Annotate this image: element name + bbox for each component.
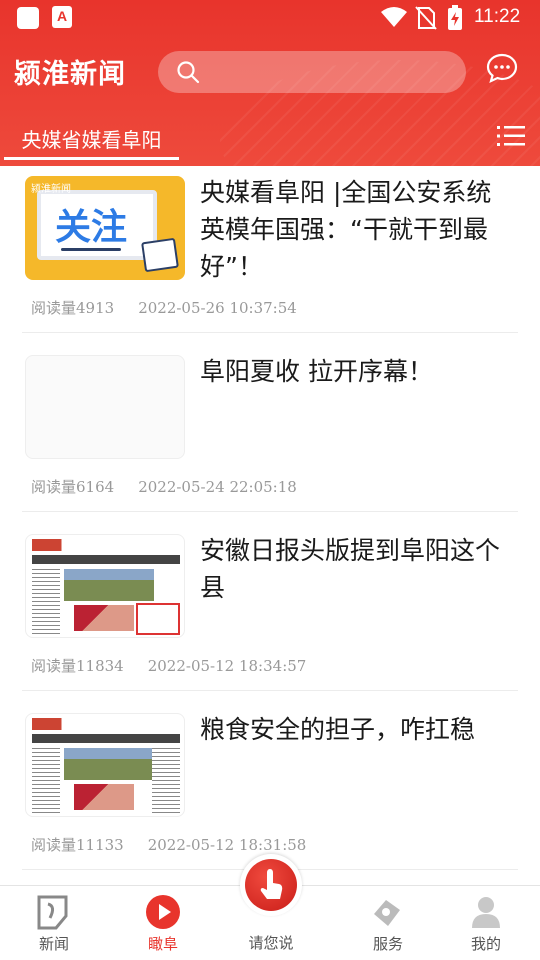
battery-charging-icon — [448, 5, 462, 30]
news-meta: 阅读量11133 2022-05-12 18:31:58 — [31, 834, 306, 855]
speak-button-inner — [245, 859, 297, 911]
divider — [22, 332, 518, 333]
speak-label: 请您说 — [248, 934, 294, 952]
message-icon[interactable] — [486, 53, 518, 83]
news-title: 安徽日报头版提到阜阳这个县 — [200, 536, 501, 602]
news-thumbnail — [25, 534, 185, 638]
news-title: 央媒看阜阳 |全国公安系统英模年国强：“干就干到最好”！ — [200, 178, 492, 281]
app-a-icon: A — [52, 6, 72, 28]
publish-time: 2022-05-12 18:34:57 — [147, 657, 307, 675]
thumbnail-decor — [61, 248, 121, 251]
paper-column — [32, 748, 60, 814]
read-count: 阅读量11133 — [31, 836, 124, 854]
wifi-icon — [381, 7, 407, 27]
news-title: 阜阳夏收 拉开序幕！ — [200, 357, 433, 386]
paper-column — [32, 569, 60, 635]
news-icon — [37, 895, 68, 930]
app-header: A 11:22 颍淮新闻 央媒省媒看阜阳 — [0, 0, 540, 166]
news-item[interactable]: 安徽日报头版提到阜阳这个县 阅读量11834 2022-05-12 18:34:5… — [0, 524, 540, 704]
paper-headline — [32, 734, 180, 743]
news-item[interactable]: 阜阳夏收 拉开序幕！ 阅读量6164 2022-05-24 22:05:18 — [0, 345, 540, 525]
publish-time: 2022-05-26 10:37:54 — [138, 299, 297, 317]
nav-item-news[interactable]: 新闻 — [14, 886, 94, 960]
paper-photo — [64, 569, 154, 601]
read-count: 阅读量6164 — [31, 478, 115, 496]
divider — [22, 511, 518, 512]
menu-icon[interactable] — [497, 125, 525, 147]
nav-label: 瞰阜 — [147, 935, 178, 953]
news-meta: 阅读量4913 2022-05-26 10:37:54 — [31, 297, 297, 318]
divider — [22, 690, 518, 691]
paper-photo — [74, 784, 134, 810]
speak-button[interactable] — [240, 854, 302, 916]
search-input[interactable] — [158, 51, 466, 93]
publish-time: 2022-05-12 18:31:58 — [147, 836, 307, 854]
play-icon — [146, 895, 180, 929]
read-count: 阅读量4913 — [31, 299, 115, 317]
nav-item-kanfu[interactable]: 瞰阜 — [123, 886, 203, 960]
nav-label: 我的 — [470, 935, 501, 953]
app-logo: 颍淮新闻 — [14, 59, 126, 90]
news-meta: 阅读量6164 2022-05-24 22:05:18 — [31, 476, 297, 497]
publish-time: 2022-05-24 22:05:18 — [138, 478, 297, 496]
news-title: 粮食安全的担子，咋扛稳 — [200, 715, 476, 744]
paper-masthead — [32, 539, 180, 551]
news-thumbnail — [25, 355, 185, 459]
status-time: 11:22 — [474, 6, 521, 27]
news-meta: 阅读量11834 2022-05-12 18:34:57 — [31, 655, 306, 676]
paper-highlight — [136, 603, 180, 635]
search-icon[interactable] — [176, 60, 200, 84]
news-item[interactable]: 颍淮新闻 关注 央媒看阜阳 |全国公安系统英模年国强：“干就干到最好”！ 阅读量… — [0, 166, 540, 346]
no-sim-icon — [415, 6, 437, 30]
user-icon — [472, 897, 500, 928]
app-square-icon — [17, 7, 39, 29]
thumbnail-brand: 颍淮新闻 — [31, 184, 71, 195]
nav-label: 新闻 — [38, 935, 69, 953]
nav-item-mine[interactable]: 我的 — [446, 886, 526, 960]
read-count: 阅读量11834 — [31, 657, 124, 675]
status-bar: A 11:22 — [0, 0, 540, 36]
newspaper-icon — [141, 237, 179, 273]
paper-column — [152, 748, 180, 814]
news-thumbnail — [25, 713, 185, 817]
thumbnail-text: 关注 — [55, 207, 128, 248]
tab-central-provincial-media[interactable]: 央媒省媒看阜阳 — [4, 124, 179, 153]
nav-item-service[interactable]: 服务 — [348, 886, 428, 960]
paper-masthead — [32, 718, 180, 730]
paper-photo — [74, 605, 134, 631]
paper-headline — [32, 555, 180, 564]
tap-hand-icon — [260, 869, 283, 899]
paper-photo — [64, 748, 154, 780]
service-icon — [374, 900, 400, 926]
tab-indicator — [4, 157, 179, 160]
news-thumbnail: 颍淮新闻 关注 — [25, 176, 185, 280]
nav-label: 服务 — [372, 935, 403, 953]
